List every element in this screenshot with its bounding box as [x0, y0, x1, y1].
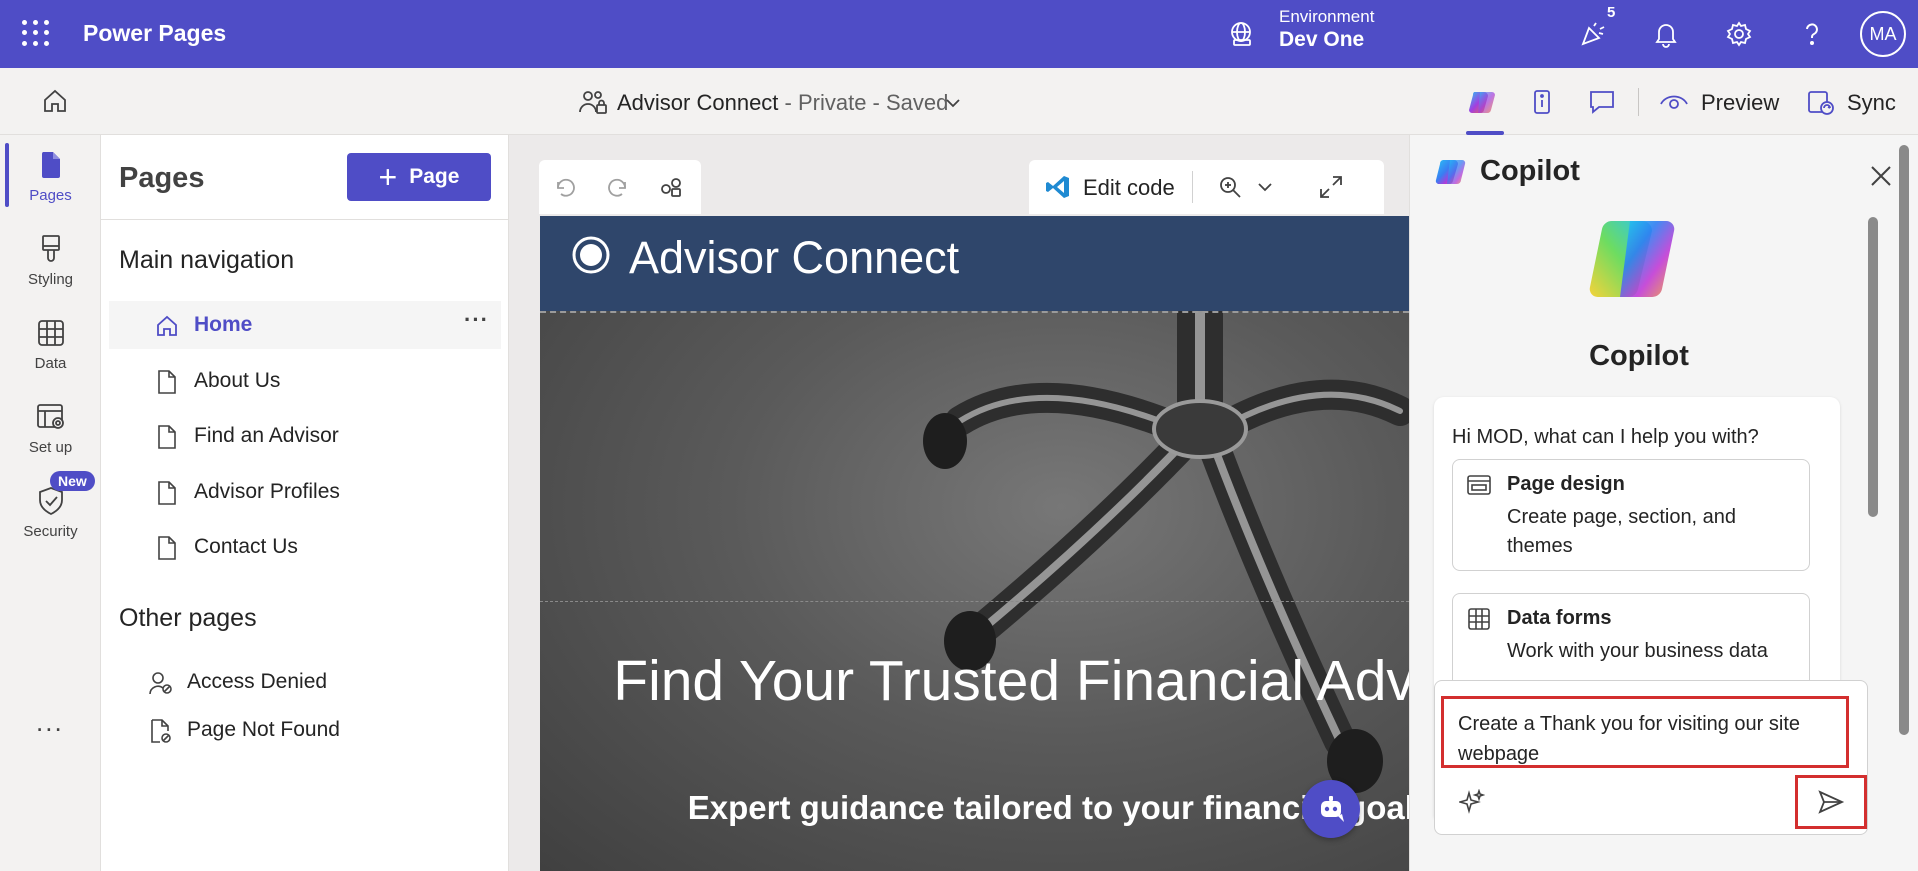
copilot-header-title: Copilot	[1480, 155, 1580, 187]
rail-item-data[interactable]: Data	[0, 303, 101, 383]
chevron-down-icon[interactable]	[944, 94, 962, 112]
option-page-design[interactable]: Page design Create page, section, and th…	[1452, 459, 1810, 571]
office-chair-image	[923, 311, 1409, 793]
nav-item-page-not-found[interactable]: Page Not Found	[109, 706, 501, 754]
command-bar: Advisor Connect - Private - Saved Previe…	[0, 68, 1918, 135]
main-navigation-heading: Main navigation	[119, 246, 295, 274]
top-bar: Power Pages Environment Dev One 5 MA	[0, 0, 1918, 68]
vscode-icon[interactable]	[1045, 174, 1071, 200]
nav-item-advisor-profiles[interactable]: Advisor Profiles	[109, 468, 501, 516]
copilot-prompt-input[interactable]: Create a Thank you for visiting our site…	[1441, 696, 1849, 768]
send-icon	[1818, 790, 1845, 814]
hero-title[interactable]: Find Your Trusted Financial Advisor	[540, 649, 1409, 713]
new-badge: New	[50, 471, 95, 491]
table-icon	[37, 320, 64, 346]
copilot-greeting: Hi MOD, what can I help you with?	[1452, 426, 1759, 448]
divider	[1638, 88, 1639, 116]
divider	[1192, 171, 1193, 203]
nav-item-about-us[interactable]: About Us	[109, 357, 501, 405]
more-icon[interactable]: ...	[36, 707, 64, 738]
close-icon[interactable]	[1870, 165, 1892, 187]
nav-item-contact-us[interactable]: Contact Us	[109, 523, 501, 571]
canvas-toolbar-left	[539, 160, 701, 214]
app-name[interactable]: Power Pages	[83, 20, 226, 47]
environment-value[interactable]: Dev One	[1279, 28, 1364, 52]
settings-table-icon	[36, 404, 64, 429]
nav-item-find-an-advisor[interactable]: Find an Advisor	[109, 412, 501, 460]
page-design-icon	[1467, 475, 1491, 495]
site-header[interactable]: Advisor Connect	[540, 216, 1409, 311]
other-pages-heading: Other pages	[119, 604, 257, 632]
copilot-panel: Copilot Copilot Hi MOD, what can I help …	[1409, 135, 1918, 871]
chevron-down-icon[interactable]	[1252, 174, 1278, 200]
people-lock-icon	[579, 91, 607, 114]
rail-item-setup[interactable]: Set up	[0, 387, 101, 467]
preview-button[interactable]: Preview	[1701, 90, 1779, 116]
eye-icon[interactable]	[1658, 86, 1690, 118]
copilot-icon[interactable]	[1466, 86, 1498, 118]
paintbrush-icon	[41, 235, 60, 262]
copilot-input-box: Create a Thank you for visiting our site…	[1434, 680, 1868, 835]
chatbot-button[interactable]	[1302, 780, 1360, 838]
bell-icon[interactable]	[1650, 18, 1682, 50]
page-blocked-icon	[151, 719, 171, 743]
environment-label[interactable]: Environment	[1279, 7, 1374, 27]
site-title[interactable]: Advisor Connect - Private - Saved	[617, 90, 948, 116]
design-canvas: Edit code Advisor Connect Find Your Trus…	[509, 135, 1409, 871]
hero-subtitle[interactable]: Expert guidance tailored to your financi…	[540, 789, 1409, 827]
copilot-logo-icon	[1589, 220, 1675, 298]
sync-icon[interactable]	[1804, 86, 1836, 118]
site-logo-icon	[572, 236, 610, 274]
pages-panel: Pages + Page Main navigation Home ··· Ab…	[101, 135, 509, 871]
site-preview: Advisor Connect Find Your Trusted Financ…	[540, 216, 1409, 871]
globe-icon[interactable]	[1228, 20, 1256, 48]
sparkle-icon[interactable]	[1459, 789, 1485, 815]
person-blocked-icon	[149, 672, 172, 695]
page-icon	[158, 370, 176, 394]
nav-item-home[interactable]: Home ···	[109, 301, 501, 349]
zoom-in-icon[interactable]	[1217, 174, 1243, 200]
page-icon	[41, 152, 60, 178]
rail-item-styling[interactable]: Styling	[0, 219, 101, 299]
nav-item-access-denied[interactable]: Access Denied	[109, 658, 501, 706]
page-icon	[158, 425, 176, 449]
home-icon[interactable]	[40, 86, 70, 116]
add-page-button[interactable]: + Page	[347, 153, 491, 201]
sync-button[interactable]: Sync	[1847, 90, 1896, 116]
more-options-icon[interactable]: ···	[464, 307, 489, 333]
left-rail: Pages Styling Data Set up Security New .…	[0, 135, 101, 871]
copilot-name: Copilot	[1589, 340, 1689, 372]
comment-icon[interactable]	[1586, 86, 1618, 118]
help-icon[interactable]	[1796, 18, 1828, 50]
scrollbar[interactable]	[1868, 217, 1878, 517]
edit-code-button[interactable]: Edit code	[1083, 175, 1175, 201]
section-outline	[540, 311, 1409, 313]
scrollbar[interactable]	[1899, 145, 1909, 735]
divider	[101, 219, 509, 220]
page-icon	[158, 536, 176, 560]
components-icon[interactable]	[658, 174, 684, 200]
section-outline	[540, 601, 1409, 602]
copilot-logo-icon	[1435, 159, 1466, 185]
page-icon	[158, 481, 176, 505]
home-icon	[157, 315, 177, 336]
undo-icon[interactable]	[552, 174, 578, 200]
expand-icon[interactable]	[1318, 174, 1344, 200]
hero-section[interactable]: Find Your Trusted Financial Advisor Expe…	[540, 311, 1409, 871]
plus-icon: +	[378, 159, 398, 195]
send-button[interactable]	[1795, 775, 1867, 829]
pages-title: Pages	[119, 162, 205, 194]
rail-item-security[interactable]: Security New	[0, 471, 101, 551]
info-icon[interactable]	[1526, 86, 1558, 118]
celebrate-icon[interactable]	[1577, 18, 1609, 50]
avatar[interactable]: MA	[1860, 11, 1906, 57]
app-launcher-icon[interactable]	[20, 18, 50, 48]
gear-icon[interactable]	[1723, 18, 1755, 50]
table-icon	[1468, 608, 1490, 630]
bot-icon	[1321, 796, 1344, 822]
rail-item-pages[interactable]: Pages	[0, 135, 101, 215]
site-header-title: Advisor Connect	[629, 232, 960, 283]
redo-icon[interactable]	[605, 174, 631, 200]
notification-count: 5	[1607, 4, 1616, 21]
